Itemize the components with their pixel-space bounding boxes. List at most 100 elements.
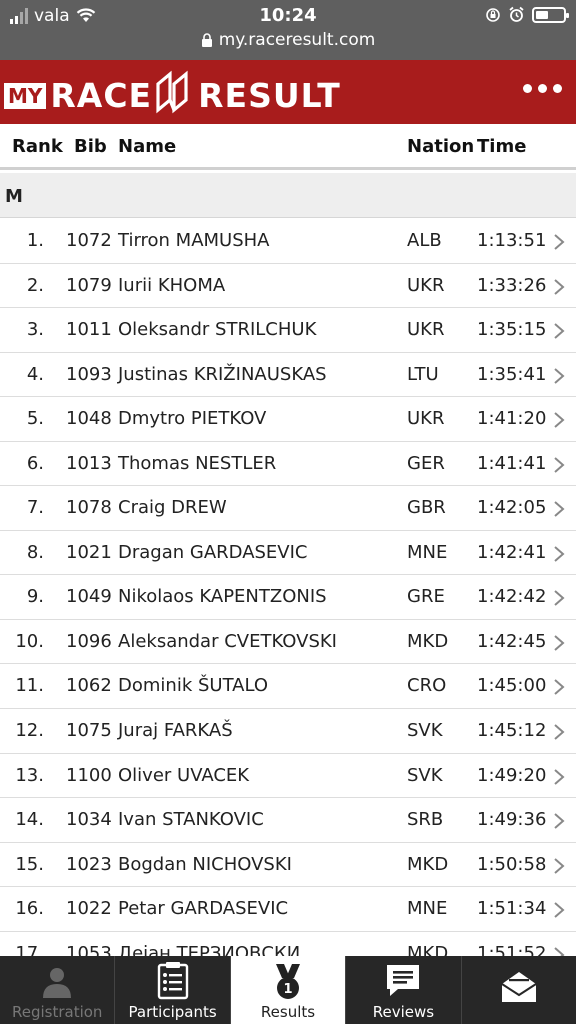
results-table-header: Rank Bib Name Nation Time [0, 124, 576, 170]
more-menu-button[interactable] [523, 84, 562, 93]
name-cell: Dmytro PIETKOV [118, 408, 267, 430]
bib-cell: 1048 [66, 408, 112, 430]
table-row[interactable]: 2. 1079 Iurii KHOMA UKR 1:33:26 [0, 263, 576, 309]
rank-cell: 10. [15, 630, 44, 652]
table-row[interactable]: 15. 1023 Bogdan NICHOVSKI MKD 1:50:58 [0, 842, 576, 888]
table-row[interactable]: 5. 1048 Dmytro PIETKOV UKR 1:41:20 [0, 397, 576, 442]
column-nation[interactable]: Nation [407, 136, 474, 157]
logo-mark-icon [156, 70, 188, 114]
bib-cell: 1011 [66, 319, 112, 341]
status-bar: vala 10:24 my.raceresult.com [0, 0, 576, 60]
table-row[interactable]: 13. 1100 Oliver UVACEK SVK 1:49:20 [0, 753, 576, 799]
nation-cell: UKR [407, 319, 445, 341]
nation-cell: CRO [407, 675, 447, 697]
logo[interactable]: MY RACE RESULT [4, 68, 341, 116]
name-cell: Dragan GARDASEVIC [118, 541, 308, 563]
name-cell: Juraj FARKAŠ [118, 720, 233, 742]
chevron-right-icon [554, 813, 565, 829]
nation-cell: MKD [407, 853, 449, 875]
tab-label: Participants [128, 1003, 217, 1021]
alarm-icon [509, 6, 524, 22]
group-label: M [5, 186, 23, 207]
svg-text:1: 1 [283, 982, 292, 997]
address-bar[interactable]: my.raceresult.com [0, 30, 576, 50]
registration-icon [43, 968, 72, 998]
table-row[interactable]: 8. 1021 Dragan GARDASEVIC MNE 1:42:41 [0, 530, 576, 576]
chevron-right-icon [554, 234, 565, 250]
rank-cell: 3. [26, 319, 44, 341]
tab-reviews[interactable]: Reviews [346, 956, 462, 1024]
column-bib[interactable]: Bib [74, 136, 107, 157]
battery-icon [532, 6, 569, 23]
url-text: my.raceresult.com [218, 30, 376, 50]
table-row[interactable]: 6. 1013 Thomas NESTLER GER 1:41:41 [0, 441, 576, 487]
table-row[interactable]: 9. 1049 Nikolaos KAPENTZONIS GRE 1:42:42 [0, 575, 576, 620]
table-row[interactable]: 10. 1096 Aleksandar CVETKOVSKI MKD 1:42:45 [0, 619, 576, 665]
column-time[interactable]: Time [477, 136, 526, 157]
bib-cell: 1034 [66, 809, 112, 831]
column-name[interactable]: Name [118, 136, 176, 157]
name-cell: Thomas NESTLER [118, 452, 277, 474]
table-row[interactable]: 11. 1062 Dominik ŠUTALO CRO 1:45:00 [0, 664, 576, 710]
nation-cell: GER [407, 452, 445, 474]
time-cell: 1:35:41 [477, 363, 547, 385]
rank-cell: 16. [15, 898, 44, 920]
table-row[interactable]: 16. 1022 Petar GARDASEVIC MNE 1:51:34 [0, 887, 576, 932]
time-cell: 1:51:34 [477, 898, 547, 920]
bib-cell: 1023 [66, 853, 112, 875]
chevron-right-icon [554, 679, 565, 696]
chevron-right-icon [554, 590, 565, 607]
name-cell: Aleksandar CVETKOVSKI [118, 630, 337, 652]
column-rank[interactable]: Rank [12, 136, 63, 157]
mail-icon [501, 972, 537, 1002]
nation-cell: MNE [407, 898, 448, 920]
name-cell: Dominik ŠUTALO [118, 675, 269, 697]
table-row[interactable]: 4. 1093 Justinas KRIŽINAUSKAS LTU 1:35:41 [0, 352, 576, 398]
time-cell: 1:50:58 [477, 853, 547, 875]
table-row[interactable]: 12. 1075 Juraj FARKAŠ SVK 1:45:12 [0, 709, 576, 754]
tab-registration[interactable]: Registration [0, 956, 116, 1024]
time-cell: 1:35:15 [477, 319, 547, 341]
rank-cell: 9. [26, 586, 44, 608]
nation-cell: GRE [407, 586, 445, 608]
chevron-right-icon [554, 323, 565, 339]
nation-cell: LTU [407, 363, 439, 385]
name-cell: Craig DREW [118, 497, 227, 519]
chevron-right-icon [554, 857, 565, 874]
bib-cell: 1049 [66, 586, 112, 608]
orientation-lock-icon [486, 7, 500, 22]
table-row[interactable]: 3. 1011 Oleksandr STRILCHUK UKR 1:35:15 [0, 308, 576, 353]
tab-participants[interactable]: Participants [115, 956, 231, 1024]
name-cell: Oleksandr STRILCHUK [118, 319, 317, 341]
rank-cell: 1. [26, 230, 44, 251]
time-cell: 1:41:41 [477, 452, 547, 474]
more-dot-icon [523, 84, 532, 93]
bib-cell: 1079 [66, 274, 112, 296]
tab-results[interactable]: 1 Results [230, 956, 347, 1024]
table-row[interactable]: 1. 1072 Tirron MAMUSHA ALB 1:13:51 [0, 219, 576, 264]
bib-cell: 1022 [66, 898, 112, 920]
bib-cell: 1075 [66, 720, 112, 742]
bib-cell: 1072 [66, 230, 112, 251]
lock-icon [201, 33, 212, 47]
time-cell: 1:45:00 [477, 675, 547, 697]
time-cell: 1:13:51 [477, 230, 547, 251]
rank-cell: 11. [15, 675, 44, 697]
time-cell: 1:42:41 [477, 541, 547, 563]
name-cell: Justinas KRIŽINAUSKAS [118, 363, 327, 385]
nation-cell: MNE [407, 541, 448, 563]
table-row[interactable]: 14. 1034 Ivan STANKOVIC SRB 1:49:36 [0, 798, 576, 843]
logo-my: MY [4, 83, 47, 109]
chevron-right-icon [554, 367, 565, 384]
participants-list-icon [157, 962, 188, 1000]
tab-contact[interactable] [462, 956, 576, 1024]
time-cell: 1:42:42 [477, 586, 547, 608]
logo-result: RESULT [198, 75, 341, 115]
app-header: MY RACE RESULT [0, 60, 576, 124]
reviews-chat-icon [387, 965, 420, 996]
rank-cell: 2. [26, 274, 44, 296]
nation-cell: SVK [407, 764, 443, 786]
rank-cell: 5. [26, 408, 44, 430]
name-cell: Bogdan NICHOVSKI [118, 853, 292, 875]
table-row[interactable]: 7. 1078 Craig DREW GBR 1:42:05 [0, 486, 576, 531]
